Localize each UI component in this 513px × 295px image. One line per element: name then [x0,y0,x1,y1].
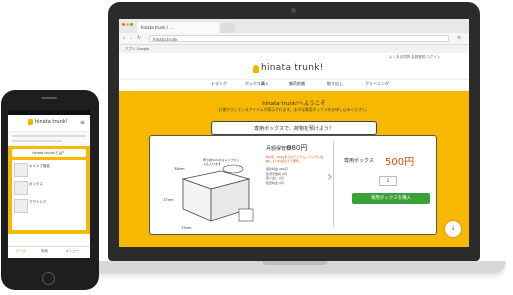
download-icon: ↓ [450,225,456,232]
phone-banner[interactable]: hinata trunk!とは？ [12,149,86,157]
browser-tab[interactable]: hinata trunk / ... [137,22,219,33]
box-note: 厚さ約5cmのキャンプマットも入ります [203,158,240,166]
list-item[interactable]: ボックス [29,182,43,187]
phone-logo[interactable]: hinata trunk! [35,119,68,125]
new-tab-button[interactable] [221,23,235,33]
box-depth: 37cm [163,197,174,202]
address-bar[interactable]: hinata.trunk [149,35,449,42]
panel-divider [333,141,334,227]
laptop-notch [262,261,328,265]
list-item[interactable]: キャンプ用品 [29,164,50,169]
plan-price: 980円 [287,144,308,152]
tab-home[interactable]: ホーム [16,249,26,254]
laptop-screen: hinata trunk / ... ‹ › ↻ ≡ hinata.trunk … [119,19,469,247]
chevron-right-icon: › [327,169,333,185]
tab-search[interactable]: 検索 [41,249,48,254]
camera-icon [291,8,296,13]
spec-list: 保管料金 980円 集荷手数料 0円 取り出し 0円 配送料金 0円 [266,167,328,185]
list-item[interactable]: アウトドア [29,200,47,205]
forward-icon[interactable]: › [130,35,132,42]
bookmarks-bar[interactable]: アプリ Google [119,45,469,53]
help-button[interactable]: ↓ [445,221,461,237]
top-links[interactable]: よくある質問 会員登録 ログイン [389,55,440,60]
phone-intro [8,132,90,146]
spec-row: 配送料金 0円 [266,180,284,185]
hero-subtitle: お預かりしているアイテムが表示されます。まずは専用ボックスをお申し込みください。 [218,107,370,112]
tab-menu[interactable]: メニュー [65,249,79,254]
logo-icon [253,65,259,73]
nav-cleaning[interactable]: クリーニング [365,81,389,87]
nav-pickup[interactable]: 集荷依頼 [289,81,305,87]
box-width: 75cm [181,225,192,230]
item-thumbnail [14,163,28,177]
item-thumbnail [14,199,28,213]
nav-box-purchase[interactable]: ボックス購入 [245,81,269,87]
box-height: 38cm [174,166,185,171]
phone-speaker [41,97,57,99]
window-controls [122,23,133,27]
quantity-select[interactable]: 1 [379,176,397,186]
nav-trunk[interactable]: トランク [211,81,227,87]
intro-line [12,135,86,137]
buy-box-button[interactable]: 専用ボックスを購入 [352,193,430,204]
ribbon-banner: 専用ボックスで、荷物を預けよう！ [211,121,377,135]
home-button[interactable] [42,272,55,285]
box-price: 500円 [385,157,415,168]
item-thumbnail [14,181,28,195]
back-icon[interactable]: ‹ [123,35,125,42]
menu-icon[interactable]: ≡ [457,35,461,41]
intro-line [12,140,62,142]
plan-description: 約1年、20kgまでのアイテム。バッグに収納していれば立てて保管。 [266,155,324,163]
site-logo[interactable]: hinata trunk! [261,63,324,73]
box-label: 専用ボックス [344,158,374,164]
nav-retrieve[interactable]: 取り出し [327,81,343,87]
menu-icon[interactable]: ≡ [80,119,85,126]
logo-icon [28,119,33,125]
phone-screen: hinata trunk! ≡ hinata trunk!とは？ キャンプ用品 … [8,110,90,258]
hero-title: hinata trunk!へようこそ [262,101,326,107]
reload-icon[interactable]: ↻ [137,35,141,41]
